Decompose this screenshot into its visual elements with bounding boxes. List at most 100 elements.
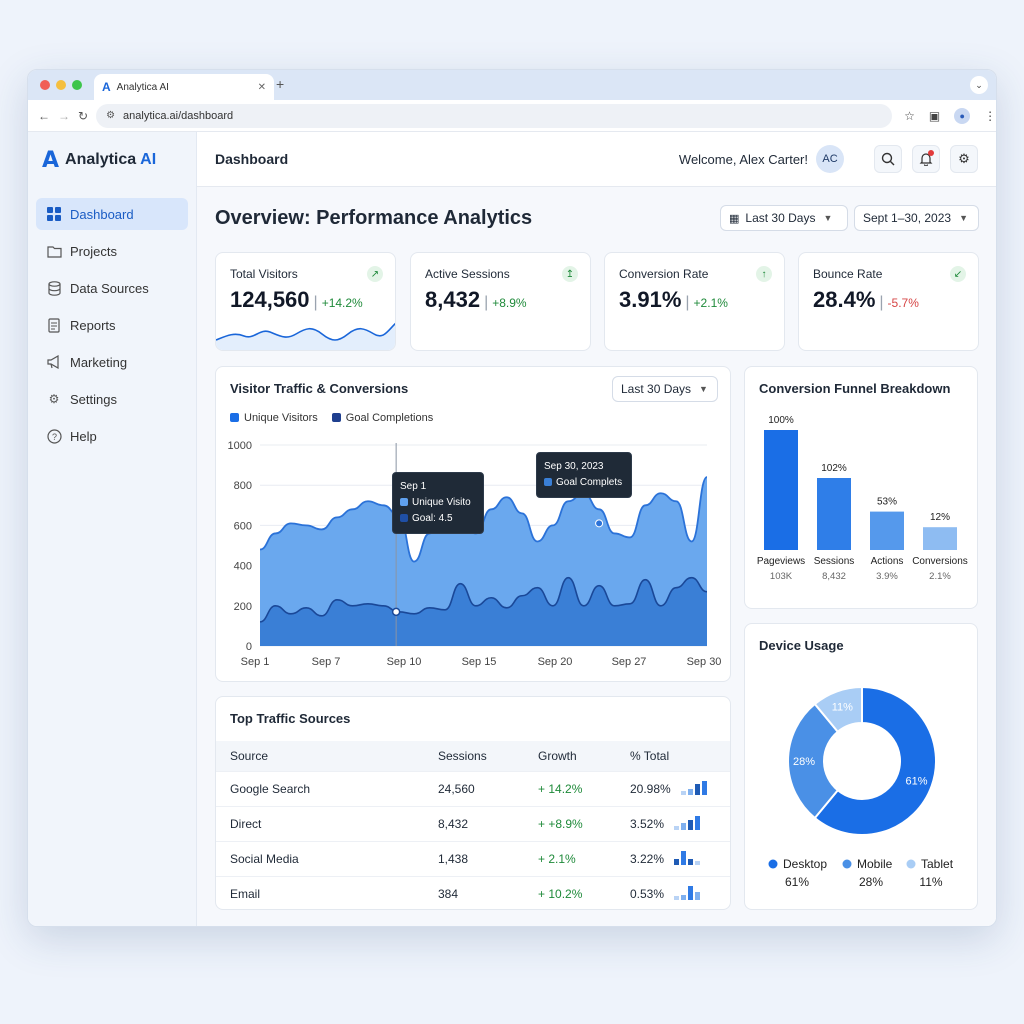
trend-up-icon: ↗ — [367, 266, 383, 282]
chevron-down-icon: ▼ — [959, 213, 968, 223]
sidebar-item-reports[interactable]: Reports — [36, 309, 188, 341]
funnel-value-label: 12% — [930, 512, 950, 523]
y-tick-label: 1000 — [228, 440, 252, 452]
x-tick-label: Sep 15 — [462, 656, 497, 668]
brand-name: Analytica — [65, 151, 137, 168]
sidebar-item-data-sources[interactable]: Data Sources — [36, 272, 188, 304]
sidebar-item-label: Settings — [70, 391, 117, 407]
site-settings-icon[interactable]: ⚙ — [106, 110, 115, 121]
legend-swatch — [906, 859, 916, 869]
donut-label: 28% — [793, 756, 815, 768]
tab-menu-chevron-icon[interactable]: ⌄ — [970, 76, 988, 94]
col-pct-total[interactable]: % Total — [616, 741, 730, 771]
kpi-change: +14.2% — [321, 296, 363, 310]
kpi-active-sessions[interactable]: Active Sessions 8,432 | +8.9% ↥ — [410, 252, 591, 351]
close-window-dot[interactable] — [40, 80, 50, 90]
growth-cell: + 2.1% — [538, 851, 576, 866]
avatar[interactable]: AC — [816, 145, 844, 173]
welcome-text: Welcome, Alex Carter! — [678, 151, 808, 167]
date-select-value: Sept 1–30, 2023 — [863, 211, 952, 225]
sidepanel-icon[interactable]: ▣ — [929, 109, 940, 123]
settings-button[interactable]: ⚙ — [950, 145, 978, 173]
sidebar: A Analytica AI Dashboard Projects Data S… — [28, 132, 197, 926]
bookmark-star-icon[interactable]: ☆ — [904, 109, 915, 123]
kpi-value: 28.4% — [813, 287, 876, 312]
database-icon — [46, 280, 62, 296]
new-tab-icon[interactable]: + — [276, 76, 284, 92]
kpi-conversion-rate[interactable]: Conversion Rate 3.91% | +2.1% ↑ — [604, 252, 785, 351]
sparkbar — [680, 790, 686, 795]
minimize-window-dot[interactable] — [56, 80, 66, 90]
tooltip-line: Unique Visito — [412, 497, 471, 508]
browser-menu-icon[interactable]: ⋮ — [984, 109, 996, 123]
sidebar-item-marketing[interactable]: Marketing — [36, 346, 188, 378]
notification-badge — [928, 150, 934, 156]
funnel-bar — [923, 527, 957, 550]
gear-icon: ⚙ — [48, 392, 60, 406]
forward-arrow-icon[interactable]: → — [58, 109, 70, 123]
browser-tab[interactable]: A Analytica AI ✕ — [94, 74, 274, 100]
source-cell: Email — [230, 886, 261, 901]
date-select[interactable]: Sept 1–30, 2023 ▼ — [854, 205, 979, 231]
trend-up-icon: ↑ — [756, 266, 772, 282]
funnel-category-label: Pageviews — [757, 556, 805, 567]
funnel-sub-label: 103K — [770, 571, 793, 582]
funnel-category-label: Actions — [871, 556, 904, 567]
sparkbar — [681, 894, 687, 901]
logo-icon: A — [42, 147, 60, 173]
sidebar-item-label: Help — [70, 428, 97, 444]
device-legend-value: 28% — [859, 875, 883, 889]
notifications-button[interactable] — [912, 145, 940, 173]
pct-cell: 0.53% — [630, 887, 665, 902]
back-arrow-icon[interactable]: ← — [38, 109, 50, 123]
funnel-bar — [817, 478, 851, 550]
range-select[interactable]: ▦ Last 30 Days ▼ — [720, 205, 848, 231]
tooltip-line: Goal Complets — [556, 477, 623, 488]
sidebar-item-dashboard[interactable]: Dashboard — [36, 198, 188, 230]
calendar-icon: ▦ — [729, 212, 740, 225]
close-tab-icon[interactable]: ✕ — [258, 82, 266, 93]
sparkbar — [674, 825, 680, 830]
table-row[interactable]: Google Search 24,560 + 14.2% 20.98% — [216, 770, 730, 806]
profile-icon[interactable]: ● — [954, 107, 971, 124]
funnel-value-label: 102% — [821, 463, 847, 474]
traffic-sources-table: Source Sessions Growth % Total Google Se… — [216, 741, 730, 909]
device-card: Device Usage 61% 28% 11% Desktop 61% Mobile 28… — [744, 623, 978, 910]
kpi-label: Conversion Rate — [619, 267, 709, 281]
sparkbar — [681, 823, 687, 830]
col-sessions[interactable]: Sessions — [424, 741, 524, 771]
sessions-cell: 8,432 — [438, 816, 469, 831]
trend-up-icon: ↥ — [562, 266, 578, 282]
sparkbar — [701, 781, 707, 795]
browser-tab-bar: A Analytica AI ✕ + ⌄ — [28, 70, 996, 100]
sparkbar — [687, 789, 693, 795]
col-growth[interactable]: Growth — [524, 741, 616, 771]
table-row[interactable]: Social Media 1,438 + 2.1% 3.22% — [216, 840, 730, 876]
sidebar-item-projects[interactable]: Projects — [36, 235, 188, 267]
search-button[interactable] — [874, 145, 902, 173]
sidebar-item-help[interactable]: ? Help — [36, 420, 188, 452]
col-source[interactable]: Source — [216, 741, 424, 771]
traffic-sources-title: Top Traffic Sources — [230, 711, 351, 726]
sessions-cell: 24,560 — [438, 781, 475, 796]
svg-text:?: ? — [51, 432, 56, 442]
sidebar-item-settings[interactable]: ⚙ Settings — [36, 383, 188, 415]
kpi-bounce-rate[interactable]: Bounce Rate 28.4% | -5.7% ↙ — [798, 252, 979, 351]
x-tick-label: Sep 27 — [612, 656, 647, 668]
device-chart[interactable]: 61% 28% 11% Desktop 61% Mobile 28% Tablet 11% — [745, 624, 979, 911]
brand[interactable]: A Analytica AI — [28, 146, 196, 174]
tab-title: Analytica AI — [116, 81, 169, 93]
sidebar-item-label: Projects — [70, 243, 117, 259]
x-tick-label: Sep 1 — [241, 656, 270, 668]
url-field[interactable]: ⚙ analytica.ai/dashboard — [96, 103, 893, 128]
funnel-value-label: 53% — [877, 497, 897, 508]
url-text: analytica.ai/dashboard — [123, 109, 234, 122]
reload-icon[interactable]: ↻ — [78, 109, 88, 123]
table-row[interactable]: Direct 8,432 + +8.9% 3.52% — [216, 805, 730, 841]
maximize-window-dot[interactable] — [72, 80, 82, 90]
funnel-chart[interactable]: 100% Pageviews 103K 102% Sessions 8,432 53% Act… — [745, 367, 979, 610]
table-row[interactable]: Email 384 + 10.2% 0.53% — [216, 875, 730, 909]
kpi-total-visitors[interactable]: Total Visitors 124,560 | +14.2% ↗ — [215, 252, 396, 351]
traffic-sources-card: Top Traffic Sources Source Sessions Grow… — [215, 696, 731, 910]
y-tick-label: 0 — [246, 641, 252, 653]
